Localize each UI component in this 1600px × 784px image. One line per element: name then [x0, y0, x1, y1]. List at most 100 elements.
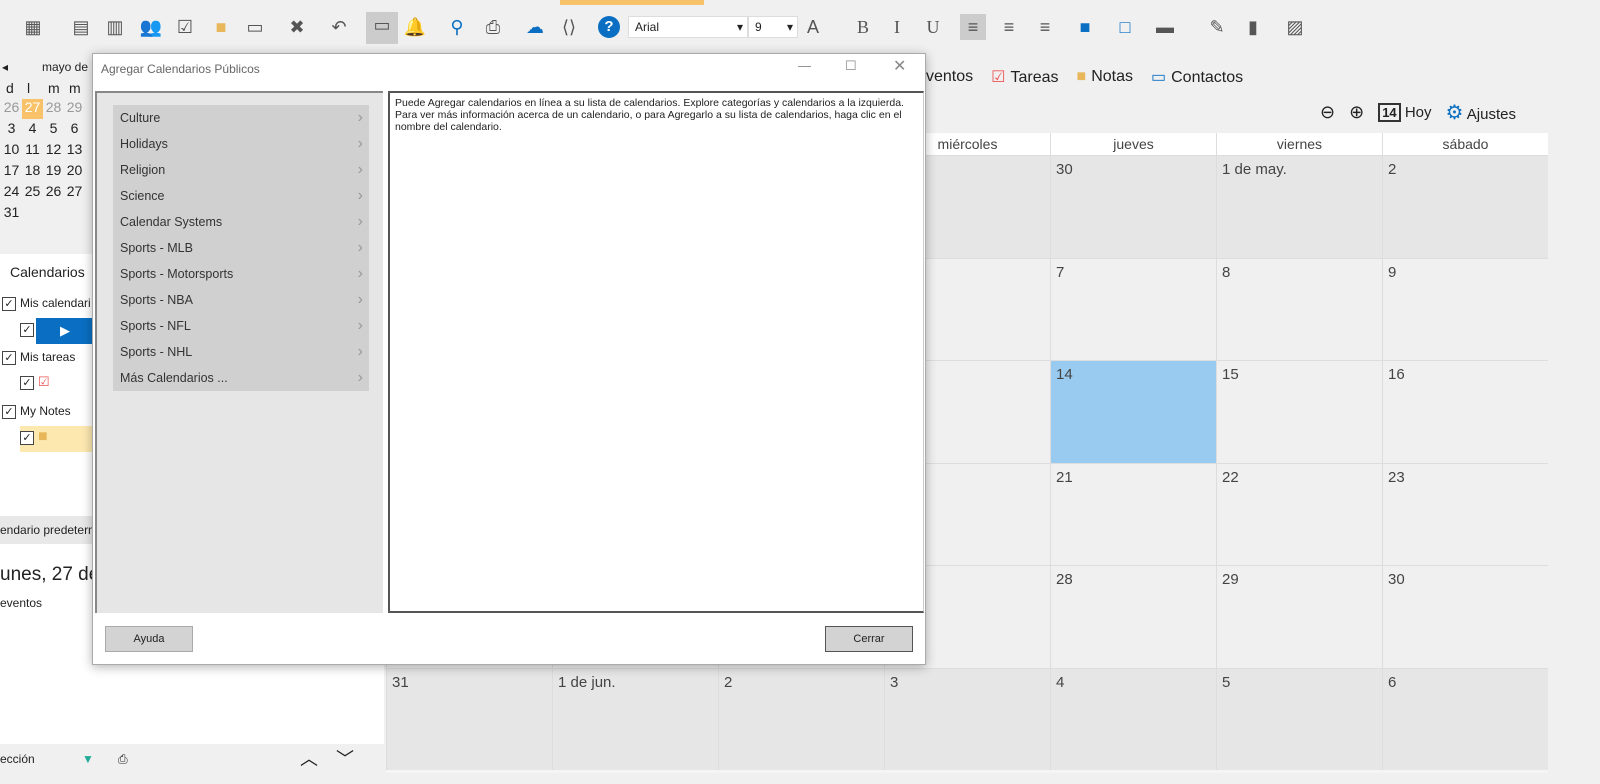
tab-tareas[interactable]: ☑ Tareas — [991, 67, 1058, 87]
italic-icon[interactable]: I — [884, 14, 910, 40]
html-icon[interactable]: ⟨⟩ — [556, 14, 582, 40]
tasks-icon[interactable]: ☑ — [172, 14, 198, 40]
mini-day[interactable]: 20 — [64, 162, 85, 182]
align-right-icon[interactable]: ≡ — [1032, 14, 1058, 40]
underline-icon[interactable]: U — [920, 14, 946, 40]
my-notes[interactable]: ✓ My Notes — [2, 404, 71, 419]
align-center-icon[interactable]: ≡ — [996, 14, 1022, 40]
close-icon[interactable]: ✕ — [893, 56, 906, 76]
font-size-select[interactable]: 9 ▾ — [748, 16, 798, 38]
fill-color-icon[interactable]: ■ — [1072, 14, 1098, 40]
category-item[interactable]: Más Calendarios ... › — [113, 365, 369, 391]
day-cell[interactable]: 15 — [1216, 360, 1382, 463]
day-cell[interactable]: 23 — [1382, 462, 1548, 565]
checkbox[interactable]: ✓ — [20, 323, 34, 337]
mini-day[interactable]: 26 — [1, 99, 22, 119]
settings-button[interactable]: ⚙ Ajustes — [1446, 100, 1516, 125]
maximize-icon[interactable]: ☐ — [845, 58, 857, 74]
font-color-icon[interactable]: A — [800, 14, 826, 40]
print-icon[interactable]: ⎙ — [480, 14, 506, 40]
day-cell[interactable]: 30 — [1382, 565, 1548, 668]
notes-item[interactable]: ✓ ■ — [20, 426, 92, 452]
category-item[interactable]: Sports - Motorsports › — [113, 261, 369, 287]
image-icon[interactable]: ▨ — [1282, 14, 1308, 40]
category-item[interactable]: Culture › — [113, 105, 369, 131]
shade-icon[interactable]: ▬ — [1152, 14, 1178, 40]
day-cell[interactable]: 22 — [1216, 462, 1382, 565]
minimize-icon[interactable]: — — [798, 58, 811, 73]
category-item[interactable]: Calendar Systems › — [113, 209, 369, 235]
category-item[interactable]: Sports - MLB › — [113, 235, 369, 261]
day-cell[interactable]: 16 — [1382, 360, 1548, 463]
tab-notas[interactable]: ■ Notas — [1077, 68, 1133, 86]
mini-day[interactable]: 27 — [64, 183, 85, 203]
help-button[interactable]: Ayuda — [105, 626, 193, 652]
day-cell[interactable]: 6 — [1382, 667, 1548, 770]
day-cell[interactable]: 28 — [1050, 565, 1216, 668]
category-item[interactable]: Sports - NFL › — [113, 313, 369, 339]
day-cell[interactable]: 3 — [884, 667, 1050, 770]
selection-dropdown[interactable]: ección — [0, 752, 35, 766]
upload-icon[interactable]: ☁ — [522, 14, 548, 40]
vertical-scrollbar[interactable] — [1550, 133, 1568, 773]
bold-icon[interactable]: B — [850, 14, 876, 40]
tasks-item[interactable]: ✓ ☑ — [20, 374, 50, 390]
day-cell[interactable]: 1 de may. — [1216, 155, 1382, 258]
checkbox[interactable]: ✓ — [2, 405, 16, 419]
mini-day[interactable]: 25 — [22, 183, 43, 203]
day-cell[interactable]: 31 — [386, 667, 552, 770]
undo-icon[interactable]: ↶ — [326, 14, 352, 40]
zoom-in-icon[interactable]: ⊕ — [1349, 102, 1364, 123]
day-cell[interactable]: 9 — [1382, 257, 1548, 360]
mini-day[interactable]: 10 — [1, 141, 22, 161]
tab-contactos[interactable]: ▭ Contactos — [1151, 67, 1243, 87]
mini-day[interactable]: 24 — [1, 183, 22, 203]
help-icon[interactable]: ? — [598, 16, 620, 38]
mini-day[interactable]: 5 — [43, 120, 64, 140]
mini-day[interactable]: 4 — [22, 120, 43, 140]
close-button[interactable]: Cerrar — [825, 626, 913, 652]
day-cell[interactable]: 30 — [1050, 155, 1216, 258]
category-item[interactable]: Sports - NBA › — [113, 287, 369, 313]
filter-icon[interactable]: ▼ — [82, 746, 94, 772]
tab-ventos[interactable]: ventos — [926, 68, 973, 86]
new-calendar-icon[interactable]: ▦ — [20, 14, 46, 40]
my-tasks[interactable]: ✓ Mis tareas — [2, 350, 75, 365]
comment-icon[interactable]: ▭ — [366, 12, 398, 44]
checkbox[interactable]: ✓ — [20, 431, 34, 445]
day-cell[interactable]: 21 — [1050, 462, 1216, 565]
mini-day[interactable]: 13 — [64, 141, 85, 161]
day-cell[interactable]: 7 — [1050, 257, 1216, 360]
contacts-icon[interactable]: ▭ — [242, 14, 268, 40]
zoom-out-icon[interactable]: ⊖ — [1320, 102, 1335, 123]
mini-day[interactable]: 6 — [64, 120, 85, 140]
category-item[interactable]: Holidays › — [113, 131, 369, 157]
mini-day[interactable]: 3 — [1, 120, 22, 140]
day-cell[interactable]: 8 — [1216, 257, 1382, 360]
category-item[interactable]: Science › — [113, 183, 369, 209]
alarm-icon[interactable]: 🔔 — [402, 14, 428, 40]
search-icon[interactable]: ⚲ — [444, 14, 470, 40]
brush-icon[interactable]: ▮ — [1240, 14, 1266, 40]
category-item[interactable]: Religion › — [113, 157, 369, 183]
today-button[interactable]: 14 Hoy — [1378, 102, 1432, 122]
day-cell[interactable]: 5 — [1216, 667, 1382, 770]
day-cell[interactable]: 2 — [718, 667, 884, 770]
calendar-export-icon[interactable]: ▥ — [102, 14, 128, 40]
mini-day[interactable]: 18 — [22, 162, 43, 182]
day-cell[interactable]: 2 — [1382, 155, 1548, 258]
border-color-icon[interactable]: □ — [1112, 14, 1138, 40]
day-cell[interactable]: 14 — [1050, 360, 1216, 463]
notes-icon[interactable]: ■ — [208, 14, 234, 40]
day-cell[interactable]: 29 — [1216, 565, 1382, 668]
mini-day[interactable]: 31 — [1, 204, 22, 224]
mini-day[interactable]: 12 — [43, 141, 64, 161]
eyedropper-icon[interactable]: ✎ — [1204, 14, 1230, 40]
print-icon[interactable]: ⎙ — [118, 746, 128, 772]
chevron-up-icon[interactable]: ︿ — [300, 746, 318, 772]
users-icon[interactable]: 👥 — [138, 14, 164, 40]
delete-icon[interactable]: ✖ — [284, 14, 310, 40]
mini-day[interactable]: 26 — [43, 183, 64, 203]
day-cell[interactable]: 4 — [1050, 667, 1216, 770]
mini-day[interactable]: 29 — [64, 99, 85, 119]
